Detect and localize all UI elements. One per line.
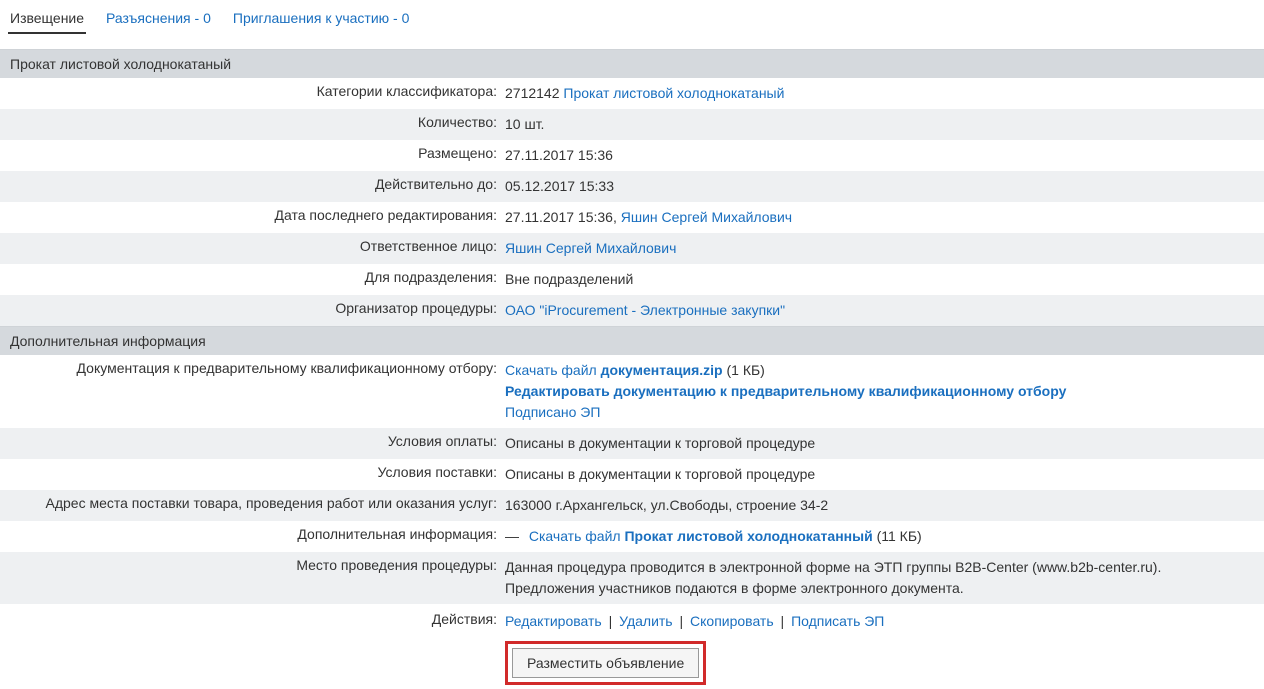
row-documentation: Документация к предварительному квалифик…	[0, 355, 1264, 428]
additional-download-prefix: Скачать файл	[529, 528, 625, 544]
value-department: Вне подразделений	[505, 269, 1254, 290]
last-edited-person-link[interactable]: Яшин Сергей Михайлович	[621, 209, 792, 225]
additional-dash: —	[505, 528, 519, 544]
row-venue: Место проведения процедуры: Данная проце…	[0, 552, 1264, 604]
signed-ep-link[interactable]: Подписано ЭП	[505, 404, 600, 420]
label-posted: Размещено:	[0, 145, 505, 161]
label-classifier: Категории классификатора:	[0, 83, 505, 99]
label-documentation: Документация к предварительному квалифик…	[0, 360, 505, 376]
row-posted: Размещено: 27.11.2017 15:36	[0, 140, 1264, 171]
docs-filesize: (1 КБ)	[723, 362, 765, 378]
label-organizer: Организатор процедуры:	[0, 300, 505, 316]
main-content: Прокат листовой холоднокатаный Категории…	[0, 49, 1264, 689]
row-responsible: Ответственное лицо: Яшин Сергей Михайлов…	[0, 233, 1264, 264]
label-valid-until: Действительно до:	[0, 176, 505, 192]
row-department: Для подразделения: Вне подразделений	[0, 264, 1264, 295]
download-filename: документация.zip	[601, 362, 723, 378]
action-edit[interactable]: Редактировать	[505, 613, 602, 629]
label-last-edited: Дата последнего редактирования:	[0, 207, 505, 223]
label-responsible: Ответственное лицо:	[0, 238, 505, 254]
sep: |	[777, 613, 788, 629]
tabs-bar: Извещение Разъяснения - 0 Приглашения к …	[0, 0, 1264, 35]
sep: |	[676, 613, 687, 629]
value-organizer: ОАО "iProcurement - Электронные закупки"	[505, 300, 1254, 321]
download-additional-link[interactable]: Скачать файл Прокат листовой холодноката…	[529, 528, 873, 544]
tab-invitations[interactable]: Приглашения к участию - 0	[231, 6, 412, 34]
action-copy[interactable]: Скопировать	[690, 613, 774, 629]
row-payment: Условия оплаты: Описаны в документации к…	[0, 428, 1264, 459]
row-last-edited: Дата последнего редактирования: 27.11.20…	[0, 202, 1264, 233]
value-classifier: 2712142 Прокат листовой холоднокатаный	[505, 83, 1254, 104]
value-valid-until: 05.12.2017 15:33	[505, 176, 1254, 197]
sep: |	[605, 613, 616, 629]
row-actions: Действия: Редактировать | Удалить | Скоп…	[0, 606, 1264, 637]
classifier-link[interactable]: Прокат листовой холоднокатаный	[563, 85, 784, 101]
additional-filesize: (11 КБ)	[873, 528, 922, 544]
value-responsible: Яшин Сергей Михайлович	[505, 238, 1254, 259]
action-delete[interactable]: Удалить	[619, 613, 672, 629]
value-additional-info: — Скачать файл Прокат листовой холоднока…	[505, 526, 1254, 547]
row-address: Адрес места поставки товара, проведения …	[0, 490, 1264, 521]
section-header-additional: Дополнительная информация	[0, 326, 1264, 355]
row-additional-info: Дополнительная информация: — Скачать фай…	[0, 521, 1264, 552]
label-actions: Действия:	[0, 611, 505, 627]
row-delivery: Условия поставки: Описаны в документации…	[0, 459, 1264, 490]
organizer-link[interactable]: ОАО "iProcurement - Электронные закупки"	[505, 302, 785, 318]
edit-docs-link[interactable]: Редактировать документацию к предварител…	[505, 383, 1066, 399]
tab-notice[interactable]: Извещение	[8, 6, 86, 34]
value-quantity: 10 шт.	[505, 114, 1254, 135]
label-department: Для подразделения:	[0, 269, 505, 285]
value-documentation: Скачать файл документация.zip (1 КБ) Ред…	[505, 360, 1254, 423]
download-prefix: Скачать файл	[505, 362, 601, 378]
action-sign[interactable]: Подписать ЭП	[791, 613, 884, 629]
label-additional-info: Дополнительная информация:	[0, 526, 505, 542]
value-venue: Данная процедура проводится в электронно…	[505, 557, 1254, 599]
download-docs-link[interactable]: Скачать файл документация.zip	[505, 362, 723, 378]
additional-filename: Прокат листовой холоднокатанный	[624, 528, 872, 544]
responsible-link[interactable]: Яшин Сергей Михайлович	[505, 240, 676, 256]
last-edited-datetime: 27.11.2017 15:36,	[505, 209, 621, 225]
label-venue: Место проведения процедуры:	[0, 557, 505, 573]
label-address: Адрес места поставки товара, проведения …	[0, 495, 505, 511]
publish-button[interactable]: Разместить объявление	[512, 648, 699, 678]
label-delivery: Условия поставки:	[0, 464, 505, 480]
classifier-code: 2712142	[505, 85, 560, 101]
row-classifier: Категории классификатора: 2712142 Прокат…	[0, 78, 1264, 109]
publish-highlight: Разместить объявление	[505, 641, 706, 685]
value-last-edited: 27.11.2017 15:36, Яшин Сергей Михайлович	[505, 207, 1254, 228]
row-valid-until: Действительно до: 05.12.2017 15:33	[0, 171, 1264, 202]
label-payment: Условия оплаты:	[0, 433, 505, 449]
tab-clarifications[interactable]: Разъяснения - 0	[104, 6, 213, 34]
row-quantity: Количество: 10 шт.	[0, 109, 1264, 140]
value-actions: Редактировать | Удалить | Скопировать | …	[505, 611, 1254, 632]
value-posted: 27.11.2017 15:36	[505, 145, 1254, 166]
section-header-main: Прокат листовой холоднокатаный	[0, 49, 1264, 78]
label-quantity: Количество:	[0, 114, 505, 130]
row-organizer: Организатор процедуры: ОАО "iProcurement…	[0, 295, 1264, 326]
value-payment: Описаны в документации к торговой процед…	[505, 433, 1254, 454]
value-address: 163000 г.Архангельск, ул.Свободы, строен…	[505, 495, 1254, 516]
value-delivery: Описаны в документации к торговой процед…	[505, 464, 1254, 485]
